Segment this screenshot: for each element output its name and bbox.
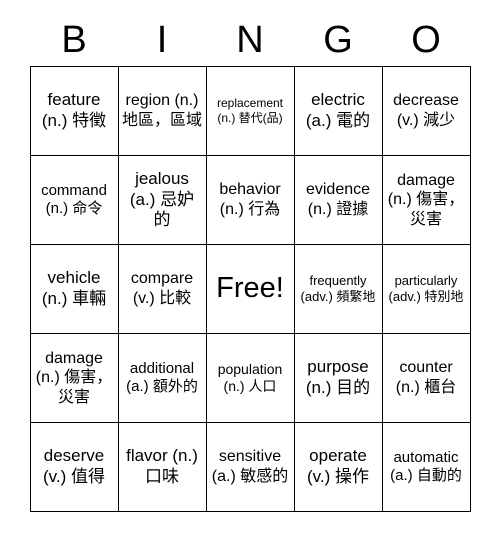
bingo-row-3: vehicle (n.) 車輛 compare (v.) 比較 Free! fr… xyxy=(29,244,471,334)
bingo-cell-g4[interactable]: purpose (n.) 目的 xyxy=(293,333,383,423)
bingo-cell-g2[interactable]: evidence (n.) 證據 xyxy=(293,155,383,245)
bingo-cell-text: population (n.) 人口 xyxy=(217,360,283,394)
bingo-cell-text: vehicle (n.) 車輛 xyxy=(41,268,107,308)
bingo-cell-free-space[interactable]: Free! xyxy=(205,244,295,334)
bingo-cell-text: decrease (v.) 減少 xyxy=(393,92,459,129)
bingo-cell-o3[interactable]: particularly (adv.) 特別地 xyxy=(381,244,471,334)
bingo-cell-text: command (n.) 命令 xyxy=(41,181,107,217)
bingo-cell-text: additional (a.) 額外的 xyxy=(126,359,198,395)
bingo-cell-text: damage (n.) 傷害，災害 xyxy=(387,171,465,228)
bingo-cell-text: automatic (a.) 自動的 xyxy=(390,448,462,484)
bingo-cell-text: counter (n.) 櫃台 xyxy=(395,359,457,396)
bingo-cell-n1[interactable]: replacement (n.) 替代(品) xyxy=(205,66,295,156)
bingo-grid: feature (n.) 特徵 region (n.) 地區，區域 replac… xyxy=(29,66,471,512)
bingo-cell-text: region (n.) 地區，區域 xyxy=(121,92,202,129)
bingo-cell-text: jealous (a.) 忌妒的 xyxy=(129,168,195,230)
bingo-header-letter-g: G xyxy=(323,19,353,61)
bingo-card: B I N G O feature (n.) 特徵 region (n.) 地區… xyxy=(0,0,500,544)
bingo-cell-i5[interactable]: flavor (n.) 口味 xyxy=(117,422,207,512)
bingo-cell-i3[interactable]: compare (v.) 比較 xyxy=(117,244,207,334)
bingo-cell-text: particularly (adv.) 特別地 xyxy=(388,273,464,304)
bingo-cell-text: replacement (n.) 替代(品) xyxy=(216,96,284,125)
bingo-header-letter-i: I xyxy=(156,19,168,61)
bingo-header-letter-b: B xyxy=(61,19,87,61)
bingo-cell-text: electric (a.) 電的 xyxy=(305,90,371,130)
bingo-cell-n4[interactable]: population (n.) 人口 xyxy=(205,333,295,423)
bingo-cell-i4[interactable]: additional (a.) 額外的 xyxy=(117,333,207,423)
bingo-cell-b1[interactable]: feature (n.) 特徵 xyxy=(29,66,119,156)
bingo-cell-g1[interactable]: electric (a.) 電的 xyxy=(293,66,383,156)
bingo-cell-o5[interactable]: automatic (a.) 自動的 xyxy=(381,422,471,512)
bingo-cell-i1[interactable]: region (n.) 地區，區域 xyxy=(117,66,207,156)
bingo-cell-text: sensitive (a.) 敏感的 xyxy=(211,448,289,485)
bingo-cell-n5[interactable]: sensitive (a.) 敏感的 xyxy=(205,422,295,512)
bingo-cell-text: flavor (n.) 口味 xyxy=(126,446,198,486)
bingo-cell-b5[interactable]: deserve (v.) 值得 xyxy=(29,422,119,512)
bingo-cell-i2[interactable]: jealous (a.) 忌妒的 xyxy=(117,155,207,245)
bingo-cell-text: frequently (adv.) 頻繁地 xyxy=(300,273,376,304)
bingo-cell-text: damage (n.) 傷害，災害 xyxy=(35,349,113,406)
bingo-free-label: Free! xyxy=(216,272,284,305)
bingo-header-row: B I N G O xyxy=(30,0,470,62)
bingo-row-1: feature (n.) 特徵 region (n.) 地區，區域 replac… xyxy=(29,66,471,156)
bingo-cell-b2[interactable]: command (n.) 命令 xyxy=(29,155,119,245)
bingo-cell-b4[interactable]: damage (n.) 傷害，災害 xyxy=(29,333,119,423)
bingo-cell-b3[interactable]: vehicle (n.) 車輛 xyxy=(29,244,119,334)
bingo-row-5: deserve (v.) 值得 flavor (n.) 口味 sensitive… xyxy=(29,422,471,512)
bingo-cell-text: purpose (n.) 目的 xyxy=(305,357,371,397)
bingo-cell-text: evidence (n.) 證據 xyxy=(305,181,371,218)
bingo-cell-text: deserve (v.) 值得 xyxy=(42,446,105,486)
bingo-cell-g3[interactable]: frequently (adv.) 頻繁地 xyxy=(293,244,383,334)
bingo-cell-o2[interactable]: damage (n.) 傷害，災害 xyxy=(381,155,471,245)
bingo-cell-n2[interactable]: behavior (n.) 行為 xyxy=(205,155,295,245)
bingo-cell-text: feature (n.) 特徵 xyxy=(41,90,107,130)
bingo-header-letter-o: O xyxy=(411,19,441,61)
bingo-cell-g5[interactable]: operate (v.) 操作 xyxy=(293,422,383,512)
bingo-header-letter-n: N xyxy=(236,19,264,61)
bingo-cell-o1[interactable]: decrease (v.) 減少 xyxy=(381,66,471,156)
bingo-cell-o4[interactable]: counter (n.) 櫃台 xyxy=(381,333,471,423)
bingo-row-4: damage (n.) 傷害，災害 additional (a.) 額外的 po… xyxy=(29,333,471,423)
bingo-cell-text: compare (v.) 比較 xyxy=(130,270,194,307)
bingo-cell-text: behavior (n.) 行為 xyxy=(219,181,281,218)
bingo-row-2: command (n.) 命令 jealous (a.) 忌妒的 behavio… xyxy=(29,155,471,245)
bingo-cell-text: operate (v.) 操作 xyxy=(306,446,369,486)
